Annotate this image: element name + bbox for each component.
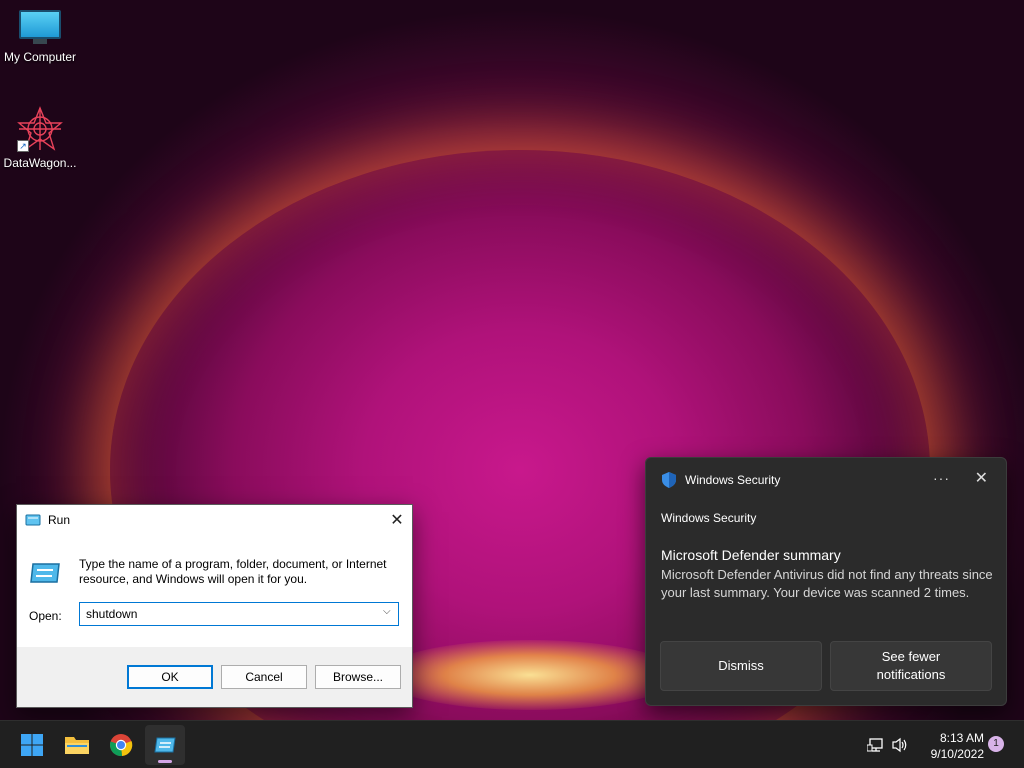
datawagon-icon: ↗: [17, 106, 63, 152]
my-computer-icon: [19, 10, 61, 46]
clock-time: 8:13 AM: [939, 731, 984, 745]
see-fewer-notifications-button[interactable]: See fewer notifications: [830, 641, 992, 691]
run-icon: [25, 514, 41, 526]
cancel-button[interactable]: Cancel: [221, 665, 307, 689]
run-icon: [154, 737, 176, 753]
open-input[interactable]: [79, 602, 399, 626]
shortcut-arrow-icon: ↗: [17, 140, 29, 152]
windows-security-notification: Windows Security ··· ✕ Windows Security …: [645, 457, 1007, 706]
taskbar: 8:13 AM 9/10/2022 1: [0, 720, 1024, 768]
close-icon[interactable]: ✕: [975, 468, 988, 488]
open-label: Open:: [29, 609, 62, 623]
active-app-indicator: [158, 760, 172, 763]
notification-count-badge[interactable]: 1: [988, 736, 1004, 752]
close-icon: ✕: [390, 512, 404, 529]
run-program-icon: [30, 563, 60, 583]
desktop-icon-label: My Computer: [3, 50, 77, 64]
toast-message-title: Microsoft Defender summary: [661, 547, 841, 563]
run-description: Type the name of a program, folder, docu…: [79, 557, 387, 586]
run-dialog: Run ✕ Type the name of a program, folder…: [16, 504, 413, 708]
toast-header-title: Windows Security: [685, 473, 781, 487]
toast-header: Windows Security: [662, 472, 780, 488]
desktop-icon-datawagon[interactable]: ↗ DataWagon...: [0, 106, 80, 170]
chrome-icon: [110, 734, 133, 757]
taskbar-run[interactable]: [145, 725, 185, 765]
shield-icon: [662, 472, 676, 488]
clock-date: 9/10/2022: [930, 747, 984, 761]
start-icon: [21, 734, 43, 756]
taskbar-file-explorer[interactable]: [57, 725, 97, 765]
dismiss-button[interactable]: Dismiss: [660, 641, 822, 691]
start-button[interactable]: [12, 725, 52, 765]
ok-button[interactable]: OK: [127, 665, 213, 689]
taskbar-clock[interactable]: 8:13 AM 9/10/2022: [916, 730, 984, 762]
desktop-icon-label: DataWagon...: [3, 156, 77, 170]
run-dialog-footer: OK Cancel Browse...: [17, 647, 412, 707]
browse-button[interactable]: Browse...: [315, 665, 401, 689]
run-dialog-titlebar[interactable]: Run ✕: [17, 505, 412, 535]
volume-icon[interactable]: [890, 735, 910, 755]
desktop-icon-my-computer[interactable]: My Computer: [0, 10, 80, 64]
run-close-button[interactable]: ✕: [382, 505, 412, 535]
network-icon[interactable]: [866, 735, 886, 755]
toast-app-name: Windows Security: [661, 511, 757, 525]
run-dialog-title: Run: [48, 513, 71, 527]
chevron-down-icon[interactable]: ⌵: [383, 606, 391, 617]
wallpaper-glow-bottom: [380, 640, 680, 710]
toast-message-body: Microsoft Defender Antivirus did not fin…: [661, 567, 993, 600]
taskbar-chrome[interactable]: [101, 725, 141, 765]
file-explorer-icon: [65, 737, 89, 754]
more-options-icon[interactable]: ···: [933, 470, 950, 486]
run-dialog-body: Type the name of a program, folder, docu…: [17, 535, 412, 647]
